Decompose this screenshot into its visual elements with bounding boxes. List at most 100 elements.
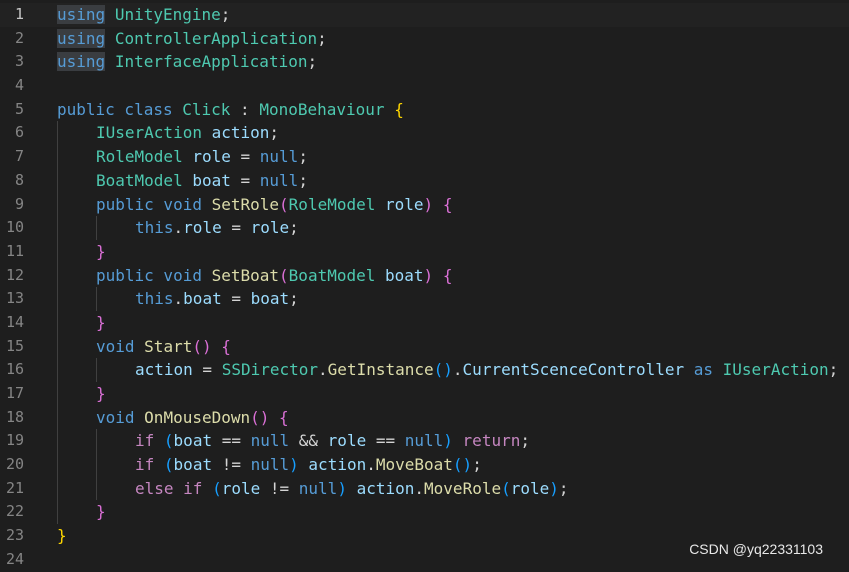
code-token: BoatModel — [96, 170, 183, 190]
code-token: MoveBoat — [375, 455, 453, 475]
code-token: : — [230, 99, 260, 119]
code-token: null — [259, 147, 299, 167]
code-line[interactable]: 1 using UnityEngine; — [0, 3, 849, 27]
code-text: void OnMouseDown() { — [96, 406, 289, 430]
code-token: ; — [307, 52, 318, 72]
code-editor[interactable]: 1 using UnityEngine; 2 using ControllerAppl… — [0, 3, 849, 572]
code-line[interactable]: 19 if (boat == null && role == null) retu… — [0, 429, 849, 454]
code-line[interactable]: 8 BoatModel boat = null; — [0, 168, 849, 193]
code-line[interactable]: 17} — [0, 382, 849, 406]
code-token: return — [462, 431, 521, 451]
code-token: ( — [279, 265, 289, 285]
code-line[interactable]: 20 if (boat != null) action.MoveBoat(); — [0, 453, 849, 477]
code-line[interactable]: 9 public void SetRole(RoleModel role) { — [0, 192, 849, 217]
code-line[interactable]: 10 this.role = role; — [0, 216, 849, 240]
code-token: void — [96, 336, 145, 356]
code-token: . — [318, 360, 328, 380]
code-line[interactable]: 5 public class Click : MonoBehaviour { — [0, 98, 849, 122]
code-token: } — [96, 312, 106, 332]
indent-guide — [57, 310, 58, 335]
code-token: action — [356, 478, 415, 498]
code-token: boat — [173, 455, 213, 475]
code-token: } — [57, 526, 67, 546]
code-line[interactable]: 22} — [0, 500, 849, 525]
code-token: RoleModel — [288, 194, 376, 214]
code-token: role — [192, 147, 231, 167]
code-token: public void — [96, 265, 212, 285]
code-token: GetInstance — [327, 360, 434, 380]
line-number: 19 — [5, 431, 24, 450]
indent-guide — [96, 287, 97, 311]
code-token: using — [57, 5, 106, 24]
code-token: } — [96, 502, 106, 522]
code-token: . — [366, 455, 376, 475]
code-token: { — [442, 265, 453, 285]
line-number: 6 — [14, 123, 24, 142]
code-text: RoleModel role = null; — [96, 145, 308, 169]
indent-guide — [57, 334, 58, 359]
code-token: SSDirector — [221, 360, 319, 380]
code-token: boat — [192, 170, 231, 190]
code-text: using UnityEngine; — [57, 3, 230, 27]
code-text: BoatModel boat = null; — [96, 169, 308, 193]
code-token: OnMouseDown — [144, 407, 251, 427]
code-token: { — [221, 336, 231, 356]
code-line[interactable]: 18 void OnMouseDown() { — [0, 405, 849, 430]
code-line[interactable]: 12 public void SetBoat(BoatModel boat) { — [0, 263, 849, 288]
code-token: RoleModel — [96, 147, 183, 167]
code-token: if — [135, 431, 155, 451]
code-token: . — [173, 218, 184, 238]
code-token: action — [211, 123, 270, 143]
code-token: = — [192, 360, 222, 380]
line-number: 12 — [5, 265, 24, 284]
code-line[interactable]: 13 this.boat = boat; — [0, 287, 849, 311]
code-line[interactable]: 2 using ControllerApplication; — [0, 27, 849, 51]
code-token: == — [212, 431, 251, 451]
code-token: () — [192, 336, 212, 356]
code-token: != — [260, 478, 299, 498]
code-token: ; — [472, 455, 482, 475]
code-line[interactable]: 4 — [0, 74, 849, 98]
line-number: 24 — [5, 549, 24, 568]
line-number: 21 — [5, 478, 24, 497]
code-token: . — [452, 360, 463, 380]
code-text: if (boat != null) action.MoveBoat(); — [135, 453, 482, 477]
code-token: != — [212, 455, 251, 475]
line-number: 2 — [14, 28, 24, 47]
code-line[interactable]: 14} — [0, 310, 849, 335]
code-token: BoatModel — [288, 265, 376, 285]
code-token: CurrentScenceController — [462, 360, 685, 380]
code-token: MonoBehaviour — [259, 99, 385, 119]
code-line[interactable]: 6 IUserAction action; — [0, 121, 849, 146]
indent-guide — [96, 453, 97, 477]
code-token: null — [250, 455, 290, 475]
code-line[interactable]: 21 else if (role != null) action.MoveRole… — [0, 476, 849, 501]
code-token: role — [250, 218, 290, 238]
code-line[interactable]: 11} — [0, 239, 849, 264]
code-line[interactable]: 3 using InterfaceApplication; — [0, 50, 849, 74]
code-token: ; — [289, 289, 299, 309]
indent-guide — [57, 239, 58, 264]
code-token: ; — [828, 360, 839, 380]
code-token: . — [173, 289, 184, 309]
code-text: } — [96, 500, 106, 524]
code-token: ) — [423, 194, 434, 214]
code-token: = — [230, 147, 260, 167]
code-text: } — [57, 524, 67, 548]
code-line[interactable]: 7 RoleModel role = null; — [0, 145, 849, 169]
code-token: InterfaceApplication — [114, 52, 308, 72]
code-token: ) — [337, 478, 347, 498]
code-line[interactable]: 16 action = SSDirector.GetInstance().Curr… — [0, 358, 849, 382]
code-token: } — [96, 384, 106, 403]
code-token: ( — [279, 194, 289, 214]
code-text: this.role = role; — [135, 216, 299, 240]
code-token: && — [289, 431, 328, 451]
code-text: if (boat == null && role == null) return… — [135, 429, 530, 453]
code-line[interactable]: 15 void Start() { — [0, 334, 849, 359]
